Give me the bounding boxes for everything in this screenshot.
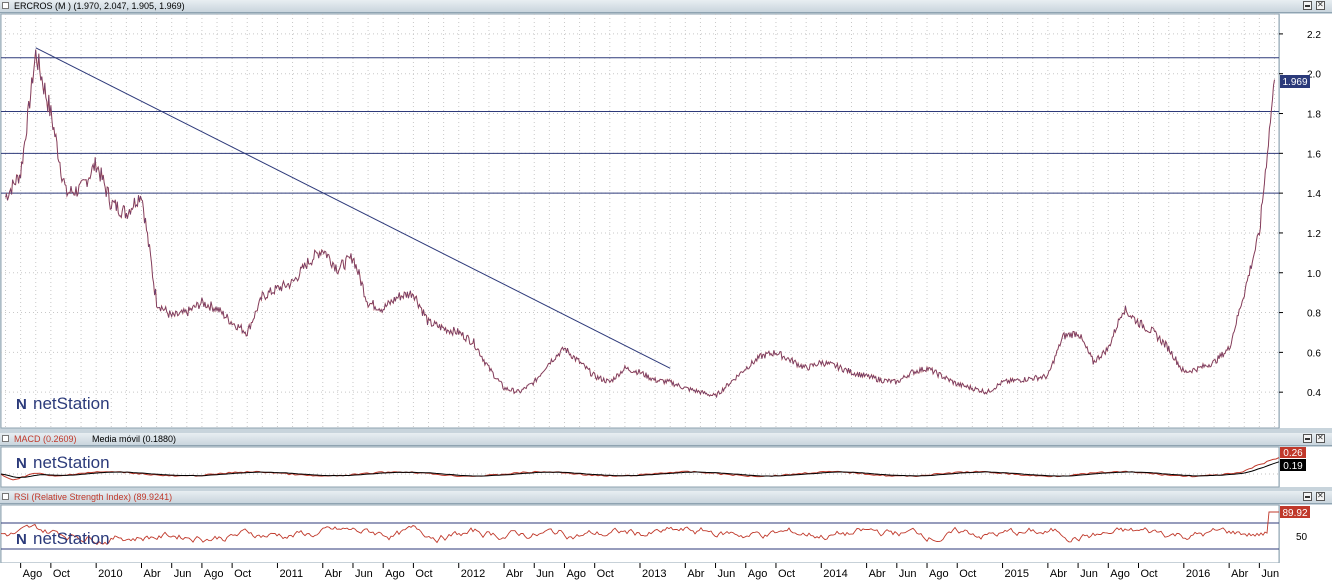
x-tick-label: Jun xyxy=(1080,568,1098,580)
x-tick-label: 2015 xyxy=(1005,568,1029,580)
x-tick-label: Oct xyxy=(778,568,795,580)
x-tick-label: Oct xyxy=(415,568,432,580)
logo-text: netStation xyxy=(33,394,110,413)
x-tick-label: Ago xyxy=(748,568,768,580)
y-tick-label: 0.4 xyxy=(1307,388,1321,399)
x-tick-label: Abr xyxy=(143,568,160,580)
x-tick-label: Abr xyxy=(506,568,523,580)
x-tick-label: 2010 xyxy=(98,568,122,580)
x-tick-label: Ago xyxy=(385,568,405,580)
y-tick-label: 0.8 xyxy=(1307,309,1321,320)
x-tick-label: Jun xyxy=(536,568,554,580)
x-tick-label: 2012 xyxy=(461,568,485,580)
x-tick-label: Abr xyxy=(687,568,704,580)
y-tick-label: 1.4 xyxy=(1307,189,1321,200)
x-tick-label: Jun xyxy=(718,568,736,580)
x-tick-label: 2016 xyxy=(1186,568,1210,580)
x-tick-label: 2011 xyxy=(279,568,303,580)
x-tick-label: Ago xyxy=(1110,568,1130,580)
y-tick-label: 1.8 xyxy=(1307,110,1321,121)
macd-plot-area[interactable] xyxy=(0,446,1280,488)
x-tick-label: Abr xyxy=(325,568,342,580)
last-price-badge-text: 1.969 xyxy=(1282,77,1307,88)
x-tick-label: Jun xyxy=(174,568,192,580)
x-tick-label: Oct xyxy=(234,568,251,580)
logo-mark-icon: N xyxy=(16,455,27,472)
macd-signal-badge-text: 0.19 xyxy=(1283,461,1303,472)
x-tick-label: Abr xyxy=(869,568,886,580)
price-plot-area[interactable] xyxy=(0,13,1280,429)
logo-text: netStation xyxy=(33,453,110,472)
y-tick-label: 2.2 xyxy=(1307,30,1321,41)
x-tick-label: Oct xyxy=(1141,568,1158,580)
rsi-y-tick-50: 50 xyxy=(1296,532,1308,543)
y-tick-label: 1.0 xyxy=(1307,269,1321,280)
chart-canvas: 2.22.01.81.61.41.21.00.80.60.4 1.969 0.2… xyxy=(0,13,1332,582)
chart-window: ERCROS (M ) (1.970, 2.047, 1.905, 1.969)… xyxy=(0,0,1332,582)
x-tick-label: Abr xyxy=(1231,568,1248,580)
x-tick-label: Ago xyxy=(929,568,949,580)
x-tick-label: Ago xyxy=(23,568,43,580)
x-tick-label: Jun xyxy=(899,568,917,580)
x-tick-label: Ago xyxy=(204,568,224,580)
y-tick-label: 1.2 xyxy=(1307,229,1321,240)
x-tick-label: Jun xyxy=(355,568,373,580)
x-tick-label: 2014 xyxy=(823,568,847,580)
y-tick-label: 1.6 xyxy=(1307,149,1321,160)
x-tick-label: 2013 xyxy=(642,568,666,580)
x-tick-label: Abr xyxy=(1050,568,1067,580)
x-tick-label: Oct xyxy=(53,568,70,580)
macd-value-badge-text: 0.26 xyxy=(1283,448,1303,459)
x-tick-label: Oct xyxy=(959,568,976,580)
y-tick-label: 0.6 xyxy=(1307,348,1321,359)
logo-text: netStation xyxy=(33,529,110,548)
logo-mark-icon: N xyxy=(16,396,27,413)
x-tick-label: Jun xyxy=(1261,568,1279,580)
x-tick-label: Ago xyxy=(566,568,586,580)
logo-mark-icon: N xyxy=(16,531,27,548)
x-tick-label: Oct xyxy=(597,568,614,580)
rsi-value-badge-text: 89.92 xyxy=(1282,508,1307,519)
